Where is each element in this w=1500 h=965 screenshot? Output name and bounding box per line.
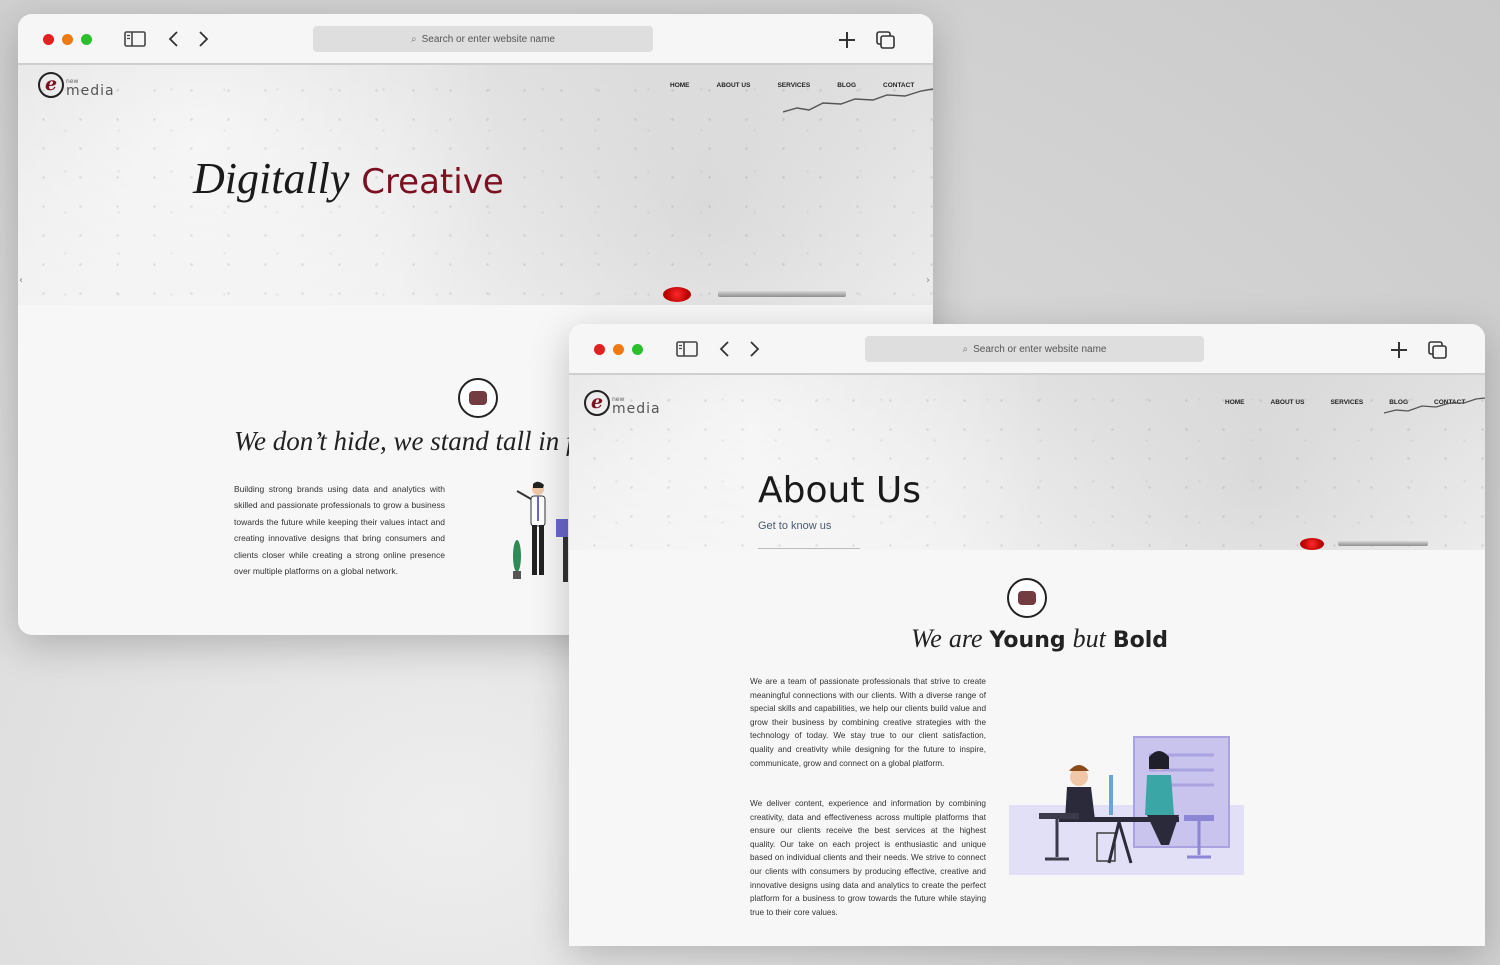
red-flower-decoration	[663, 287, 691, 302]
address-bar-placeholder: Search or enter website name	[973, 343, 1107, 355]
hero-title-word-digitally: Digitally	[193, 154, 350, 203]
browser-toolbar: ⌕ Search or enter website name	[18, 14, 933, 65]
businessman-illustration	[513, 481, 568, 582]
team-at-desk-illustration	[1009, 736, 1244, 875]
home-tagline: We don’t hide, we stand tall in front	[234, 426, 618, 456]
logo-mark: e	[584, 390, 610, 416]
slider-next-arrow[interactable]: ›	[926, 275, 930, 286]
search-icon: ⌕	[410, 33, 417, 45]
tagline-young: Young	[989, 628, 1066, 653]
new-tab-plus-icon[interactable]	[838, 31, 856, 49]
browser-window-about: ⌕ Search or enter website name e new medi…	[569, 324, 1485, 946]
tagline-but: but	[1072, 624, 1106, 653]
laptop-decoration	[718, 291, 846, 297]
about-hero-subtitle: Get to know us	[758, 520, 832, 532]
maximize-window-button[interactable]	[81, 34, 92, 45]
logo-small-text: new	[612, 396, 625, 403]
about-body-paragraph-2: We deliver content, experience and infor…	[750, 799, 986, 917]
forward-arrow-icon[interactable]	[197, 30, 209, 48]
new-tab-plus-icon[interactable]	[1390, 341, 1408, 359]
hero-divider	[758, 548, 860, 549]
nav-home[interactable]: HOME	[1225, 399, 1245, 406]
browser-toolbar: ⌕ Search or enter website name	[569, 324, 1485, 375]
laptop-decoration	[1338, 541, 1428, 546]
nav-about-us[interactable]: ABOUT US	[717, 82, 751, 89]
nav-services[interactable]: SERVICES	[1330, 399, 1363, 406]
about-tagline: We are Young but Bold	[911, 624, 1168, 654]
team-badge-icon	[458, 378, 498, 418]
wall-crack-decoration	[1384, 397, 1485, 414]
tagline-are: are	[948, 624, 983, 653]
back-arrow-icon[interactable]	[168, 30, 180, 48]
tabs-overview-icon[interactable]	[876, 31, 896, 50]
close-window-button[interactable]	[594, 344, 605, 355]
team-badge-icon	[1007, 578, 1047, 618]
tagline-we: We	[911, 624, 942, 653]
nav-home[interactable]: HOME	[670, 82, 690, 89]
maximize-window-button[interactable]	[632, 344, 643, 355]
search-icon: ⌕	[962, 343, 969, 355]
logo-small-text: new	[66, 78, 79, 85]
hero-title: Digitally Creative	[193, 153, 504, 204]
minimize-window-button[interactable]	[62, 34, 73, 45]
nav-about-us[interactable]: ABOUT US	[1271, 399, 1305, 406]
site-logo[interactable]: e new media	[38, 72, 115, 98]
forward-arrow-icon[interactable]	[748, 340, 760, 358]
tagline-bold: Bold	[1112, 628, 1169, 653]
site-logo[interactable]: e new media	[584, 390, 661, 416]
slider-prev-arrow[interactable]: ‹	[19, 275, 23, 286]
minimize-window-button[interactable]	[613, 344, 624, 355]
back-arrow-icon[interactable]	[719, 340, 731, 358]
hero-banner: e new media HOME ABOUT US SERVICES BLOG C…	[18, 65, 933, 305]
address-bar[interactable]: ⌕ Search or enter website name	[865, 336, 1204, 362]
wall-crack-decoration	[783, 88, 933, 113]
tabs-overview-icon[interactable]	[1428, 341, 1448, 360]
sidebar-toggle-icon[interactable]	[676, 341, 698, 357]
about-page: e new media HOME ABOUT US SERVICES BLOG C…	[569, 375, 1485, 946]
about-body-paragraph-1: We are a team of passionate professional…	[750, 677, 986, 768]
hero-title-word-creative: Creative	[361, 162, 504, 202]
red-flower-decoration	[1300, 538, 1324, 550]
address-bar-placeholder: Search or enter website name	[421, 33, 555, 45]
hero-banner: e new media HOME ABOUT US SERVICES BLOG C…	[569, 375, 1485, 550]
close-window-button[interactable]	[43, 34, 54, 45]
about-hero-title: About Us	[758, 470, 921, 511]
logo-mark: e	[38, 72, 64, 98]
address-bar[interactable]: ⌕ Search or enter website name	[313, 26, 653, 52]
home-body-text: Building strong brands using data and an…	[234, 484, 445, 577]
sidebar-toggle-icon[interactable]	[124, 31, 146, 47]
